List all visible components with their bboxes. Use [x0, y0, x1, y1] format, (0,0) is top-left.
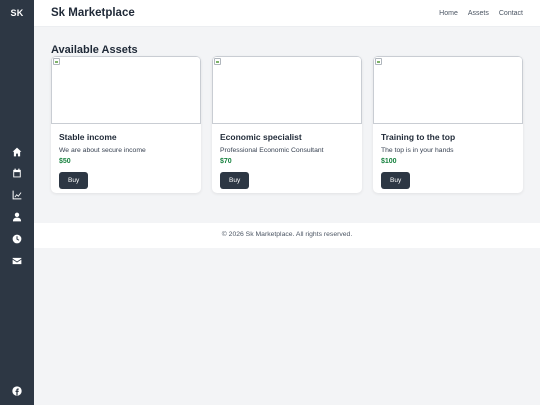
- asset-image: [373, 56, 523, 124]
- top-navbar: Sk Marketplace Home Assets Contact: [34, 0, 540, 27]
- nav-link-assets[interactable]: Assets: [468, 10, 489, 17]
- home-icon[interactable]: [11, 146, 23, 158]
- chart-line-icon[interactable]: [11, 189, 23, 201]
- asset-title: Economic specialist: [220, 132, 302, 142]
- envelope-icon[interactable]: [11, 255, 23, 267]
- asset-description: We are about secure income: [59, 147, 146, 154]
- asset-card: Training to the top The top is in your h…: [373, 56, 523, 193]
- asset-price: $50: [59, 158, 71, 165]
- clock-icon[interactable]: [11, 233, 23, 245]
- asset-image: [212, 56, 362, 124]
- buy-button[interactable]: Buy: [381, 172, 411, 189]
- asset-image: [51, 56, 201, 124]
- page-title: Available Assets: [51, 44, 138, 56]
- nav-link-contact[interactable]: Contact: [499, 10, 523, 17]
- asset-card: Stable income We are about secure income…: [51, 56, 201, 193]
- asset-title: Stable income: [59, 132, 117, 142]
- footer-copyright: © 2026 Sk Marketplace. All rights reserv…: [221, 231, 353, 238]
- asset-title: Training to the top: [381, 132, 456, 142]
- asset-card: Economic specialist Professional Economi…: [212, 56, 362, 193]
- brand-title[interactable]: Sk Marketplace: [51, 7, 135, 19]
- buy-button[interactable]: Buy: [220, 172, 250, 189]
- asset-price: $70: [220, 158, 232, 165]
- calendar-icon[interactable]: [11, 167, 23, 179]
- broken-image-icon: [375, 58, 382, 65]
- top-nav-links: Home Assets Contact: [439, 10, 523, 17]
- nav-link-home[interactable]: Home: [439, 10, 458, 17]
- asset-price: $100: [381, 158, 397, 165]
- asset-description: The top is in your hands: [381, 147, 454, 154]
- user-icon[interactable]: [11, 211, 23, 223]
- footer: © 2026 Sk Marketplace. All rights reserv…: [34, 223, 540, 248]
- asset-description: Professional Economic Consultant: [220, 147, 324, 154]
- broken-image-icon: [53, 58, 60, 65]
- broken-image-icon: [214, 58, 221, 65]
- facebook-icon[interactable]: [11, 385, 23, 397]
- sidebar-logo: SK: [10, 8, 24, 18]
- sidebar: SK: [0, 0, 34, 405]
- buy-button[interactable]: Buy: [59, 172, 89, 189]
